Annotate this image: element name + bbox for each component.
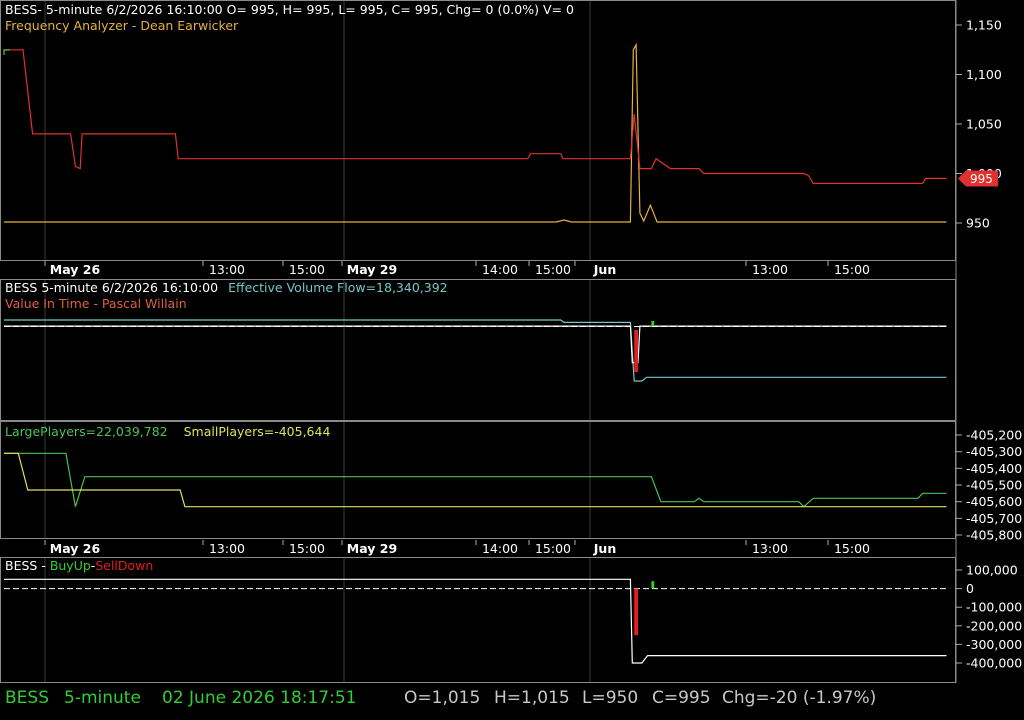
evf-line xyxy=(4,319,947,382)
vit-red-spike xyxy=(634,330,639,372)
time-axis-label-1-3: May 29 xyxy=(347,541,397,556)
status-close: C=995 xyxy=(652,688,711,708)
evf-label: Effective Volume Flow=18,340,392 xyxy=(228,280,448,295)
buysell-axis-tick-label-0: 100,000 xyxy=(966,563,1018,578)
status-interval: 5-minute xyxy=(64,688,141,708)
status-datetime: 02 June 2026 18:17:51 xyxy=(162,688,357,708)
vit-label: Value In Time - Pascal Willain xyxy=(5,296,187,311)
price-indicator-label: Frequency Analyzer - Dean Earwicker xyxy=(5,18,239,33)
status-symbol: BESS xyxy=(5,688,49,708)
time-axis-label-0-7: 13:00 xyxy=(752,262,788,277)
price-axis-tick-label-4: 950 xyxy=(966,216,990,231)
players-axis-tick-label-2: -405,400 xyxy=(966,461,1022,476)
players-axis-tick-label-5: -405,700 xyxy=(966,511,1022,526)
status-bar: BESS 5-minute 02 June 2026 18:17:51 O=1,… xyxy=(0,684,1024,720)
time-axis-label-1-8: 15:00 xyxy=(834,541,870,556)
time-axis-label-0-4: 14:00 xyxy=(482,262,518,277)
time-axis-label-0-2: 15:00 xyxy=(289,262,325,277)
time-axis-label-1-4: 14:00 xyxy=(482,541,518,556)
time-axis-label-1-6: Jun xyxy=(593,541,616,556)
panel-frame-buysell xyxy=(0,557,956,683)
large-players-label: LargePlayers=22,039,782 xyxy=(5,424,168,439)
chart-canvas: May 26 13:00 15:00 May 29 14:00 15:00 Jun 13:00… xyxy=(0,0,1022,683)
time-axis-label-1-0: May 26 xyxy=(50,541,101,556)
small-players-line xyxy=(4,452,947,508)
price-axis-tick-label-0: 1,150 xyxy=(966,18,1002,33)
flow-header-prefix: BESS 5-minute 6/2/2026 16:10:00 xyxy=(5,280,219,295)
time-axis-label-1-1: 13:00 xyxy=(209,541,245,556)
status-high: H=1,015 xyxy=(494,688,570,708)
price-axis-tick-label-1: 1,100 xyxy=(966,67,1002,82)
time-axis-label-0-6: Jun xyxy=(593,262,616,277)
flow-header: BESS 5-minute 6/2/2026 16:10:00 Effectiv… xyxy=(5,281,448,295)
buysell-axis-tick-label-2: -100,000 xyxy=(966,600,1022,615)
buysell-axis-tick-label-1: 0 xyxy=(966,581,974,596)
status-open: O=1,015 xyxy=(404,688,481,708)
price-line xyxy=(4,49,947,184)
time-axis-label-0-1: 13:00 xyxy=(209,262,245,277)
last-price-label: 995 xyxy=(970,172,993,186)
players-axis-tick-label-4: -405,600 xyxy=(966,494,1022,509)
small-players-label: SmallPlayers=-405,644 xyxy=(183,424,331,439)
panel-frame-players xyxy=(0,421,956,539)
status-low: L=950 xyxy=(582,688,639,708)
time-axis-label-0-5: 15:00 xyxy=(535,262,571,277)
buysell-axis-tick-label-3: -200,000 xyxy=(966,618,1022,633)
time-axis-label-1-2: 15:00 xyxy=(289,541,325,556)
selldown-spike xyxy=(634,588,639,636)
buysell-axis-tick-label-5: -400,000 xyxy=(966,656,1022,671)
players-axis-tick-label-3: -405,500 xyxy=(966,478,1022,493)
players-axis-tick-label-6: -405,800 xyxy=(966,528,1022,543)
vit-line xyxy=(4,325,947,364)
time-axis-label-1-5: 15:00 xyxy=(535,541,571,556)
buysell-prefix: BESS - xyxy=(5,558,50,573)
players-axis-tick-label-0: -405,200 xyxy=(966,428,1022,443)
buyup-label: BuyUp xyxy=(49,558,91,573)
time-axis-label-0-0: May 26 xyxy=(50,262,101,277)
time-axis-label-0-8: 15:00 xyxy=(834,262,870,277)
time-axis-label-0-3: May 29 xyxy=(347,262,397,277)
time-axis-label-1-7: 13:00 xyxy=(752,541,788,556)
buysell-header: BESS - BuyUp-SellDown xyxy=(5,559,153,573)
price-header: BESS- 5-minute 6/2/2026 16:10:00 O= 995,… xyxy=(5,2,574,17)
price-start-marker xyxy=(3,49,10,55)
large-players-line xyxy=(4,452,947,508)
players-header: LargePlayers=22,039,782 SmallPlayers=-40… xyxy=(5,425,330,439)
status-change: Chg=-20 (-1.97%) xyxy=(722,688,877,708)
buyup-spike xyxy=(651,581,655,589)
selldown-label: SellDown xyxy=(95,558,154,573)
players-axis-tick-label-1: -405,300 xyxy=(966,444,1022,459)
price-axis-tick-label-2: 1,050 xyxy=(966,117,1002,132)
buyup-line xyxy=(4,578,947,664)
buysell-axis-tick-label-4: -300,000 xyxy=(966,637,1022,652)
